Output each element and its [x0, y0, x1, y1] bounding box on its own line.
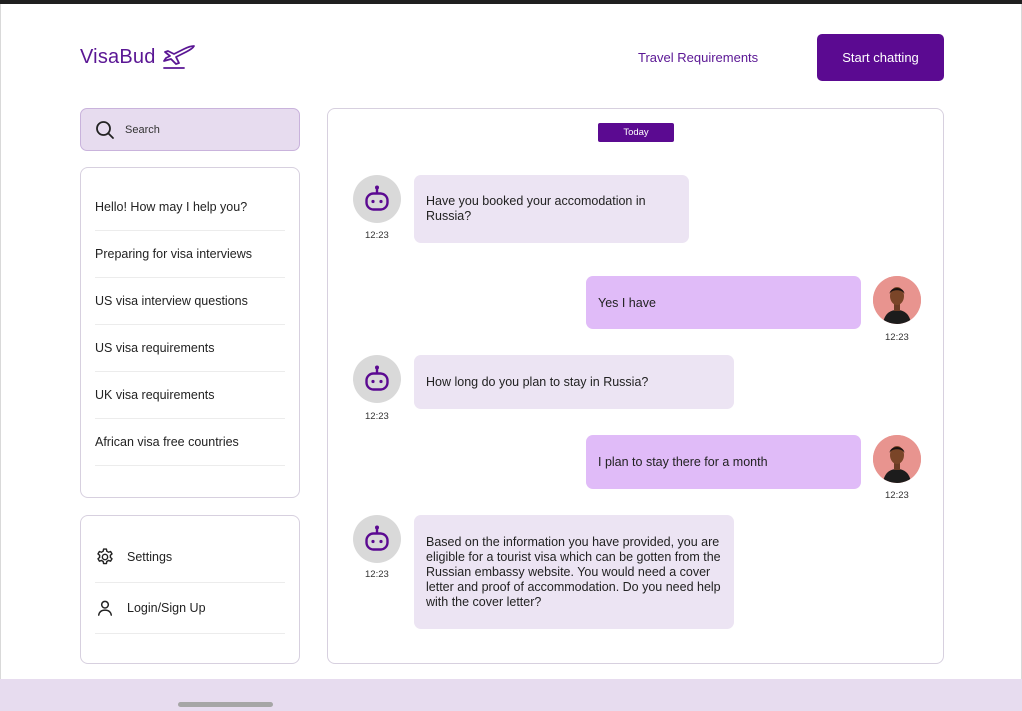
- message-text: Have you booked your accomodation in Rus…: [426, 194, 646, 223]
- account-panel: Settings Login/Sign Up: [80, 515, 300, 664]
- history-item[interactable]: US visa requirements: [95, 325, 285, 372]
- robot-icon: [365, 525, 389, 551]
- settings-menu-item[interactable]: Settings: [95, 532, 285, 583]
- horizontal-scrollbar[interactable]: [178, 702, 273, 707]
- login-signup-label: Login/Sign Up: [127, 601, 206, 615]
- history-item[interactable]: Preparing for visa interviews: [95, 231, 285, 278]
- user-message: Yes I have: [586, 276, 861, 329]
- bot-avatar: [353, 515, 401, 563]
- message-time: 12:23: [885, 490, 909, 501]
- message-time: 12:23: [365, 569, 389, 580]
- start-chatting-button[interactable]: Start chatting: [817, 34, 944, 81]
- robot-icon: [365, 365, 389, 391]
- bot-message: How long do you plan to stay in Russia?: [414, 355, 734, 409]
- user-avatar: [873, 435, 921, 483]
- search-input[interactable]: [125, 123, 275, 136]
- message-text: Yes I have: [598, 295, 656, 310]
- user-message: I plan to stay there for a month: [586, 435, 861, 489]
- login-signup-menu-item[interactable]: Login/Sign Up: [95, 583, 285, 634]
- user-photo-icon: [873, 435, 921, 483]
- bottom-bar: [0, 679, 1022, 711]
- history-item[interactable]: UK visa requirements: [95, 372, 285, 419]
- travel-requirements-link[interactable]: Travel Requirements: [638, 50, 758, 65]
- history-item[interactable]: US visa interview questions: [95, 278, 285, 325]
- gear-icon: [97, 548, 113, 565]
- window-top-strip: [0, 0, 1022, 4]
- date-badge: Today: [598, 123, 674, 142]
- bot-avatar: [353, 355, 401, 403]
- user-icon: [98, 600, 112, 616]
- user-avatar: [873, 276, 921, 324]
- history-item[interactable]: African visa free countries: [95, 419, 285, 466]
- airplane-icon: [162, 45, 195, 69]
- message-time: 12:23: [885, 332, 909, 343]
- robot-icon: [365, 185, 389, 211]
- chat-window: Today 12:23 Have you booked your accomod…: [327, 108, 944, 664]
- search-box[interactable]: [80, 108, 300, 151]
- history-item[interactable]: Hello! How may I help you?: [95, 184, 285, 231]
- bot-message: Have you booked your accomodation in Rus…: [414, 175, 689, 243]
- brand-name: VisaBud: [80, 45, 156, 68]
- bot-avatar: [353, 175, 401, 223]
- message-text: I plan to stay there for a month: [598, 455, 768, 469]
- message-time: 12:23: [365, 230, 389, 241]
- message-time: 12:23: [365, 411, 389, 422]
- message-text: How long do you plan to stay in Russia?: [426, 374, 649, 389]
- settings-label: Settings: [127, 550, 173, 564]
- user-photo-icon: [873, 276, 921, 324]
- chat-history-panel: Hello! How may I help you? Preparing for…: [80, 167, 300, 498]
- frame-border-left: [0, 4, 1, 679]
- search-icon: [96, 120, 114, 139]
- brand-logo[interactable]: VisaBud: [80, 44, 196, 70]
- message-text: Based on the information you have provid…: [426, 534, 721, 609]
- bot-message: Based on the information you have provid…: [414, 515, 734, 629]
